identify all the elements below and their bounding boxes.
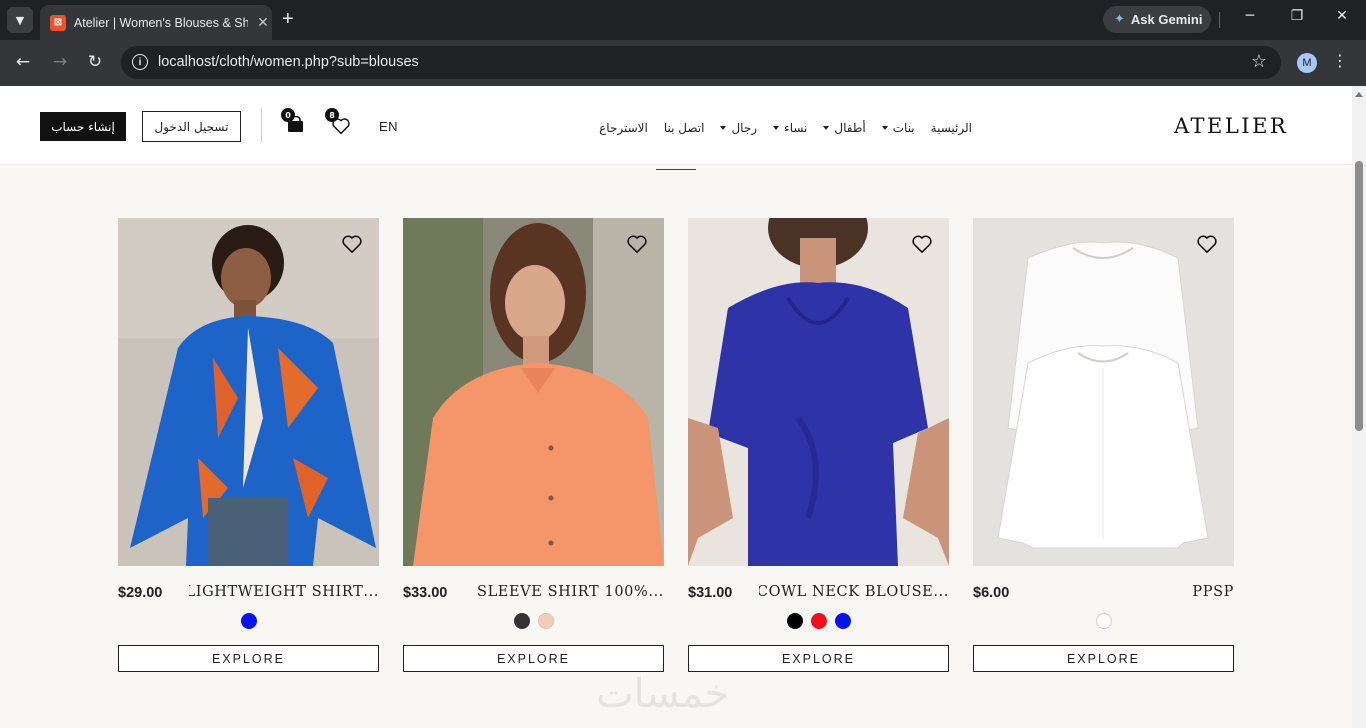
nav-label: رجال xyxy=(731,121,758,135)
address-bar[interactable]: i localhost/cloth/women.php?sub=blouses … xyxy=(121,46,1281,79)
color-swatches xyxy=(688,613,949,629)
product-image[interactable] xyxy=(118,218,379,566)
nav-item-girls[interactable]: بنات xyxy=(874,121,923,135)
bookmark-star-icon[interactable]: ☆ xyxy=(1251,51,1267,72)
section-title-underline xyxy=(656,169,696,170)
site-info-icon[interactable]: i xyxy=(132,54,148,70)
caret-down-icon xyxy=(773,126,780,130)
explore-button[interactable]: EXPLORE xyxy=(403,645,664,672)
site-header: إنشاء حساب تسجيل الدخول 0 8 EN الرئيسية … xyxy=(0,86,1352,165)
color-swatch-charcoal[interactable] xyxy=(513,613,530,629)
product-name[interactable]: ...N LIGHTWEIGHT SHIRT xyxy=(189,584,379,600)
color-swatch-peach[interactable] xyxy=(537,613,554,629)
nav-item-home[interactable]: الرئيسية xyxy=(923,121,980,135)
product-price: $31.00 xyxy=(688,585,733,601)
product-image[interactable] xyxy=(973,218,1234,566)
favicon-icon: ⊠ xyxy=(50,14,66,31)
new-tab-icon[interactable]: + xyxy=(282,8,294,31)
product-price: $29.00 xyxy=(118,585,163,601)
nav-item-kids[interactable]: أطفال xyxy=(815,121,873,135)
browser-tab-bar: ▼ ⊠ Atelier | Women's Blouses & Shirts ✕… xyxy=(0,0,1366,40)
register-button[interactable]: إنشاء حساب xyxy=(40,112,126,141)
nav-label: أطفال xyxy=(834,121,866,135)
nav-label: بنات xyxy=(892,121,915,135)
favorite-heart-icon[interactable] xyxy=(341,234,363,254)
caret-down-icon xyxy=(881,126,888,130)
watermark-logo: خمسات xyxy=(596,671,730,717)
favorite-heart-icon[interactable] xyxy=(626,234,648,254)
language-switch[interactable]: EN xyxy=(379,119,398,134)
nav-label: الاسترجاع xyxy=(599,121,648,135)
profile-avatar[interactable]: M xyxy=(1297,53,1317,73)
main-nav: الرئيسية بنات أطفال نساء رجال اتصل بنا ا… xyxy=(560,118,980,138)
reload-icon[interactable]: ↻ xyxy=(84,52,106,72)
product-image[interactable] xyxy=(403,218,664,566)
browser-toolbar: ← → ↻ i localhost/cloth/women.php?sub=bl… xyxy=(0,40,1366,86)
page-viewport: إنشاء حساب تسجيل الدخول 0 8 EN الرئيسية … xyxy=(0,86,1352,728)
login-button[interactable]: تسجيل الدخول xyxy=(142,111,241,142)
scroll-up-icon[interactable] xyxy=(1355,92,1363,97)
close-tab-icon[interactable]: ✕ xyxy=(254,15,272,31)
nav-item-contact[interactable]: اتصل بنا xyxy=(656,121,713,135)
nav-label: نساء xyxy=(784,121,808,135)
header-divider xyxy=(261,108,262,143)
nav-item-returns[interactable]: الاسترجاع xyxy=(591,121,656,135)
color-swatch-red[interactable] xyxy=(810,613,827,629)
tab-title: Atelier | Women's Blouses & Shirts xyxy=(73,15,249,30)
explore-button[interactable]: EXPLORE xyxy=(118,645,379,672)
product-name[interactable]: PPSP xyxy=(1044,584,1234,600)
favorite-heart-icon[interactable] xyxy=(911,234,933,254)
site-logo[interactable]: ATELIER xyxy=(1174,114,1288,138)
scrollbar-thumb[interactable] xyxy=(1355,161,1363,431)
back-icon[interactable]: ← xyxy=(12,52,34,72)
product-photo-white-shirts xyxy=(973,218,1234,566)
restore-icon[interactable]: ❐ xyxy=(1285,8,1309,24)
nav-item-women[interactable]: نساء xyxy=(765,121,815,135)
explore-button[interactable]: EXPLORE xyxy=(688,645,949,672)
color-swatches xyxy=(403,613,664,629)
tab-search-icon[interactable]: ▼ xyxy=(7,7,33,33)
cart-count-badge: 0 xyxy=(281,108,295,122)
caret-down-icon xyxy=(823,126,830,130)
wishlist-count-badge: 8 xyxy=(325,108,339,122)
product-image[interactable] xyxy=(688,218,949,566)
browser-tab[interactable]: ⊠ Atelier | Women's Blouses & Shirts ✕ xyxy=(40,5,272,40)
product-name[interactable]: ...E COWL NECK BLOUSE xyxy=(759,584,949,600)
color-swatch-white[interactable] xyxy=(1095,613,1112,629)
product-price: $33.00 xyxy=(403,585,448,601)
gemini-label: Ask Gemini xyxy=(1130,12,1203,27)
gemini-icon: ✦ xyxy=(1114,12,1125,27)
color-swatch-blue[interactable] xyxy=(834,613,851,629)
minimize-icon[interactable]: ─ xyxy=(1238,8,1262,24)
favorite-heart-icon[interactable] xyxy=(1196,234,1218,254)
nav-label: الرئيسية xyxy=(930,121,972,135)
caret-down-icon xyxy=(720,126,727,130)
color-swatches xyxy=(973,613,1234,629)
browser-menu-icon[interactable]: ⋮ xyxy=(1332,51,1348,70)
explore-button[interactable]: EXPLORE xyxy=(973,645,1234,672)
product-photo-shirt-floral xyxy=(118,218,379,566)
forward-icon[interactable]: → xyxy=(49,52,71,72)
nav-item-men[interactable]: رجال xyxy=(712,121,765,135)
color-swatches xyxy=(118,613,379,629)
product-name[interactable]: ...G SLEEVE SHIRT 100% xyxy=(474,584,664,600)
color-swatch-blue[interactable] xyxy=(240,613,257,629)
ask-gemini-button[interactable]: ✦ Ask Gemini xyxy=(1103,6,1211,33)
close-window-icon[interactable]: ✕ xyxy=(1330,8,1354,24)
product-photo-shirt-coral xyxy=(403,218,664,566)
nav-label: اتصل بنا xyxy=(663,121,705,135)
window-separator xyxy=(1219,12,1220,28)
product-price: $6.00 xyxy=(973,585,1010,601)
color-swatch-black[interactable] xyxy=(786,613,803,629)
product-photo-blouse-cowl xyxy=(688,218,949,566)
url-text[interactable]: localhost/cloth/women.php?sub=blouses xyxy=(158,54,419,70)
page-scrollbar[interactable] xyxy=(1352,86,1366,728)
